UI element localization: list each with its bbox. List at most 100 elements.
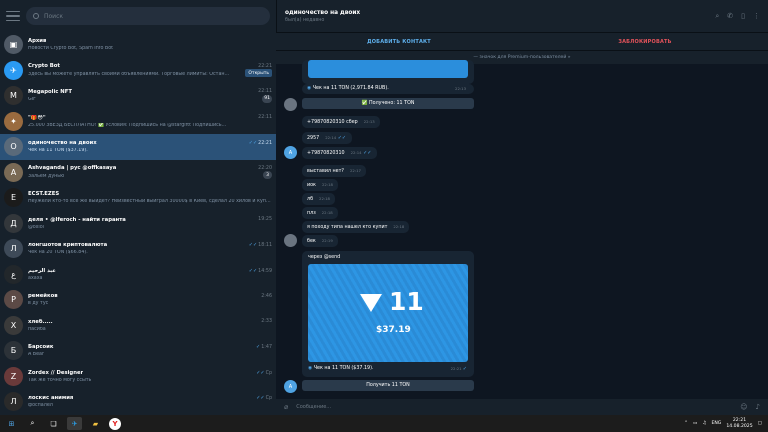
chat-item[interactable]: ✦ "🎁😳" 22:11 25.000 ЗВЕЗД БЕСПЛАТНО! ✅ Усло… bbox=[0, 109, 276, 135]
message-time: 22:17 bbox=[349, 168, 361, 173]
task-view-icon[interactable]: ❏ bbox=[46, 417, 61, 430]
check-card-top bbox=[302, 60, 474, 84]
chat-item[interactable]: Z Zordex // Designer ✓✓Ср Так же точно могу… bbox=[0, 364, 276, 390]
block-button[interactable]: ЗАБЛОКИРОВАТЬ bbox=[522, 33, 768, 50]
chat-name: ECST.EZES bbox=[28, 191, 60, 198]
chat-item[interactable]: Б Барсоик ✓1:47 A Bear bbox=[0, 338, 276, 364]
compose-bar: ⌀ Сообщение... ☺ ♪ bbox=[276, 399, 768, 415]
chat-time: 2:46 bbox=[261, 293, 272, 299]
menu-icon[interactable] bbox=[6, 11, 20, 21]
message-time: 22:13 bbox=[363, 119, 375, 124]
message-text: Чек на 11 TON (2,971.84 RUB). bbox=[312, 86, 389, 91]
avatar: Л bbox=[4, 239, 23, 259]
volume-icon[interactable]: ♫ bbox=[702, 421, 706, 426]
clock[interactable]: 22:21 14.08.2025 bbox=[726, 418, 752, 430]
call-icon[interactable]: ✆ bbox=[727, 12, 733, 21]
chat-item-body: деля • @lferoch - найти гаранта 19:25 @oxl… bbox=[28, 217, 276, 230]
message-bubble: ◉ Чек на 11 TON (2,971.84 RUB). 22:13 bbox=[302, 84, 474, 94]
emoji-icon[interactable]: ☺ bbox=[740, 403, 747, 411]
microphone-icon[interactable]: ♪ bbox=[756, 403, 760, 411]
check-amount: 11 bbox=[389, 287, 424, 316]
telegram-taskbar-icon[interactable]: ✈ bbox=[67, 417, 82, 430]
message-bubble: лб 22:18 bbox=[302, 193, 335, 205]
sidebar-icon[interactable]: ▯ bbox=[741, 12, 745, 21]
taskbar: ⊞ ⌕ ❏ ✈ ▰ Y ⌃ ▭ ♫ ENG 22:21 14.08.2025 ▢ bbox=[0, 415, 768, 432]
chat-preview: в ду тус bbox=[28, 301, 49, 307]
message-text: +79870820310 сбер bbox=[307, 120, 358, 125]
chat-item[interactable]: A Ashvaganda | рус @offkasaya 22:20 Зальем … bbox=[0, 160, 276, 186]
chat-item[interactable]: Ллонгшотов криптовалюта ✓✓18:11 Чек на 20 … bbox=[0, 236, 276, 262]
avatar[interactable] bbox=[284, 234, 297, 247]
unread-badge: 91 bbox=[262, 94, 272, 103]
chat-time: 22:21 bbox=[258, 63, 272, 69]
conversation-header[interactable]: одиночество на двоих был(а) недавно ⌕ ✆ … bbox=[276, 0, 768, 32]
message-time: 22:19 bbox=[321, 238, 333, 243]
chat-time: 19:25 bbox=[258, 217, 272, 223]
chat-item-body: Megapolic NFT 22:11 GIF 91 bbox=[28, 89, 276, 103]
avatar: E bbox=[4, 188, 23, 208]
yandex-browser-icon[interactable]: Y bbox=[109, 417, 121, 430]
chat-item[interactable]: E ECST.EZES Неужели кто-то все же выйдет? … bbox=[0, 185, 276, 211]
action-bar: ДОБАВИТЬ КОНТАКТ ЗАБЛОКИРОВАТЬ bbox=[276, 32, 768, 50]
chat-item[interactable]: ✈ Crypto Bot 22:21 Здесь вы можете управлят… bbox=[0, 58, 276, 84]
message-time: 22:13 bbox=[455, 86, 466, 91]
receive-ton-button[interactable]: Получить 11 TON bbox=[302, 380, 474, 391]
chat-item[interactable]: ع عبد الرحيم ✓✓14:59 ахаха bbox=[0, 262, 276, 288]
chat-item[interactable]: Дделя • @lferoch - найти гаранта 19:25 @ox… bbox=[0, 211, 276, 237]
check-image[interactable]: 11 $37.19 bbox=[308, 264, 468, 362]
message-time: 22:18 bbox=[393, 224, 405, 229]
system-tray: ⌃ ▭ ♫ ENG 22:21 14.08.2025 ▢ bbox=[684, 418, 768, 430]
message-area: ◉ Чек на 11 TON (2,971.84 RUB). 22:13 ✅ П… bbox=[276, 60, 768, 399]
avatar: Л bbox=[4, 392, 23, 412]
chat-name: лонгшотов криптовалюта bbox=[28, 242, 108, 249]
chat-item[interactable]: Оодиночество на двоих ✓✓22:21 Чек на 11 TO… bbox=[0, 134, 276, 160]
file-explorer-icon[interactable]: ▰ bbox=[88, 417, 103, 430]
language-indicator[interactable]: ENG bbox=[711, 421, 721, 426]
avatar: ع bbox=[4, 264, 23, 284]
search-icon[interactable]: ⌕ bbox=[25, 417, 40, 430]
chat-preview: фоспалел bbox=[28, 403, 53, 409]
message-text: 2957 bbox=[307, 136, 320, 141]
search-input[interactable]: Поиск bbox=[26, 7, 270, 25]
chat-name: Megapolic NFT bbox=[28, 88, 72, 95]
unread-badge[interactable]: Открыть bbox=[245, 69, 272, 78]
received-button[interactable]: ✅ Получено: 11 TON bbox=[302, 98, 474, 109]
avatar[interactable]: A bbox=[284, 146, 297, 159]
chat-item[interactable]: M Megapolic NFT 22:11 GIF 91 bbox=[0, 83, 276, 109]
attach-icon[interactable]: ⌀ bbox=[284, 403, 288, 411]
unread-badge: 3 bbox=[263, 171, 272, 180]
conversation-title: одиночество на двоих bbox=[285, 9, 361, 16]
message-text: выставил нет? bbox=[307, 169, 344, 174]
chat-preview: 25.000 ЗВЕЗД БЕСПЛАТНО! ✅ Условия: Подпи… bbox=[28, 122, 227, 128]
chat-item[interactable]: Рремейков 2:46 в ду тус bbox=[0, 287, 276, 313]
chat-preview: Зальем дунью bbox=[28, 173, 65, 179]
chat-name: عبد الرحيم bbox=[28, 267, 56, 274]
add-contact-button[interactable]: ДОБАВИТЬ КОНТАКТ bbox=[276, 33, 522, 50]
chat-name: Crypto Bot bbox=[28, 63, 60, 70]
chat-item[interactable]: ▣ Архив Новости Crypto Bot, Spam Info Bot bbox=[0, 32, 276, 58]
chat-item[interactable]: Ллоскис анимия ✓✓Ср фоспалел bbox=[0, 389, 276, 415]
message-text: лб bbox=[307, 197, 314, 202]
message-bubble: 2957 22:14 ✓✓ bbox=[302, 132, 353, 144]
ton-icon: ◉ bbox=[308, 366, 313, 371]
windows-start-icon[interactable]: ⊞ bbox=[4, 417, 19, 430]
network-icon[interactable]: ▭ bbox=[693, 421, 697, 426]
chat-item[interactable]: Ххлеб..... 2:33 пасиба bbox=[0, 313, 276, 339]
avatar: ✦ bbox=[4, 111, 23, 131]
chat-name: Барсоик bbox=[28, 344, 54, 351]
message-input[interactable]: Сообщение... bbox=[296, 404, 740, 410]
telegram-window: Поиск ▣ Архив Новости Crypto Bot, Spam Inf… bbox=[0, 0, 768, 432]
avatar: Z bbox=[4, 366, 23, 386]
search-icon[interactable]: ⌕ bbox=[715, 12, 719, 21]
message-bubble: бек 22:19 bbox=[302, 235, 338, 247]
chevron-up-icon[interactable]: ⌃ bbox=[684, 421, 688, 426]
left-header: Поиск bbox=[0, 0, 276, 32]
notification-icon[interactable]: ▢ bbox=[758, 421, 762, 426]
chat-name: "🎁😳" bbox=[28, 114, 46, 121]
message-bubble: +79870820310 сбер 22:13 bbox=[302, 116, 380, 128]
more-icon[interactable]: ⋮ bbox=[753, 12, 760, 21]
message-time: 22:14 bbox=[350, 150, 362, 155]
avatar: A bbox=[4, 162, 23, 182]
avatar[interactable] bbox=[284, 98, 297, 111]
avatar[interactable]: A bbox=[284, 380, 297, 393]
